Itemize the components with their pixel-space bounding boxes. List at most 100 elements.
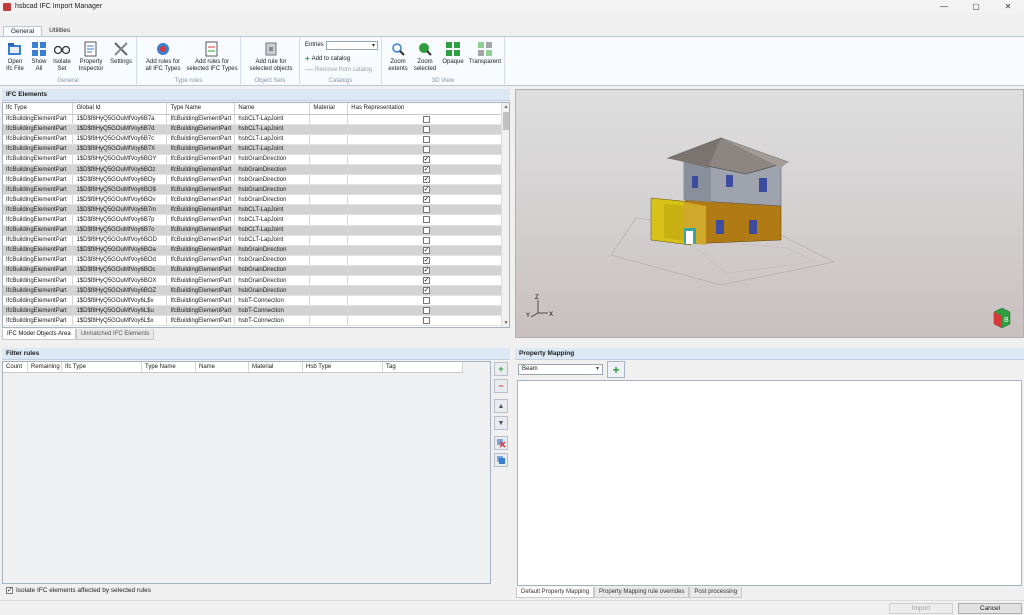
property-inspector-button[interactable]: Property Inspector [76,41,106,72]
remove-rule-button[interactable]: − [494,379,508,393]
add-rule-objects-button[interactable]: Add rule for selected objects [245,41,297,72]
table-row[interactable]: IfcBuildingElementPart 1$D$f8HyQ5GOuMfVoy… [3,194,502,206]
has-representation-checkbox[interactable] [422,256,430,264]
zoom-selected-button[interactable]: Zoom selected [412,41,438,72]
close-button[interactable]: ✕ [992,0,1024,13]
has-representation-checkbox[interactable] [422,266,430,274]
has-representation-checkbox[interactable] [422,246,430,254]
col-global-id[interactable]: Global Id [72,103,168,115]
move-down-button[interactable]: ▼ [494,416,508,430]
col-ifc-type[interactable]: Ifc Type [3,103,74,115]
col-count[interactable]: Count [3,362,28,372]
table-row[interactable]: IfcBuildingElementPart 1$D$f8HyQ5GOuMfVoy… [3,315,502,327]
tab-property-mapping-overrides[interactable]: Property Mapping rule overrides [594,587,690,598]
col-remaining[interactable]: Remaining [28,362,62,372]
table-row[interactable]: IfcBuildingElementPart 1$D$f8HyQ5GOuMfVoy… [3,154,502,165]
settings-button[interactable]: Settings [108,41,134,66]
has-representation-checkbox[interactable] [422,307,430,315]
col-filter-type-name[interactable]: Type Name [142,362,196,372]
table-row[interactable]: IfcBuildingElementPart 1$D$f8HyQ5GOuMfVoy… [3,235,502,246]
col-filter-material[interactable]: Material [249,362,303,372]
col-filter-name[interactable]: Name [196,362,249,372]
tab-post-processing[interactable]: Post processing [689,587,743,598]
table-row[interactable]: IfcBuildingElementPart 1$D$f8HyQ5GOuMfVoy… [3,285,502,297]
table-row[interactable]: IfcBuildingElementPart 1$D$f8HyQ5GOuMfVoy… [3,144,502,155]
opaque-button[interactable]: Opaque [440,41,466,66]
table-row[interactable]: IfcBuildingElementPart 1$D$f8HyQ5GOuMfVoy… [3,265,502,277]
col-type-name[interactable]: Type Name [166,103,236,115]
has-representation-checkbox[interactable] [422,236,430,244]
has-representation-checkbox[interactable] [422,317,430,325]
table-row[interactable]: IfcBuildingElementPart 1$D$f8HyQ5GOuMfVoy… [3,174,502,186]
transparent-button[interactable]: Transparent [468,41,502,66]
has-representation-checkbox[interactable] [422,165,430,173]
zoom-extents-button[interactable]: Zoom extents [386,41,410,72]
entries-dropdown[interactable] [326,41,378,50]
minimize-button[interactable]: — [928,0,960,13]
scroll-up-arrow[interactable]: ▲ [502,103,509,111]
add-rules-selected-button[interactable]: Add rules for selected IFC Types [185,41,239,72]
hsb-type-dropdown[interactable]: Beam [518,364,603,375]
cancel-button[interactable]: Cancel [958,603,1022,614]
table-row[interactable]: IfcBuildingElementPart 1$D$f8HyQ5GOuMfVoy… [3,305,502,317]
col-name[interactable]: Name [234,103,311,115]
has-representation-checkbox[interactable] [422,206,430,214]
isolate-set-button[interactable]: Isolate Set [51,41,73,72]
has-representation-checkbox[interactable] [422,155,430,163]
col-has-representation[interactable]: Has Representation [347,103,502,115]
scroll-down-arrow[interactable]: ▼ [502,319,509,327]
add-to-catalog-button[interactable]: + Add to catalog [305,54,350,63]
table-row[interactable]: IfcBuildingElementPart 1$D$f8HyQ5GOuMfVoy… [3,164,502,176]
tab-general[interactable]: General [3,26,43,36]
tab-default-property-mapping[interactable]: Default Property Mapping [516,587,595,598]
copy-rule-button[interactable] [494,453,508,467]
has-representation-checkbox[interactable] [422,195,430,204]
col-material[interactable]: Material [309,103,349,115]
col-hsb-type[interactable]: Hsb Type [303,362,383,372]
table-cell-global-id: 1$D$f8HyQ5GOuMfVoy6BO$ [72,184,168,196]
table-row[interactable]: IfcBuildingElementPart 1$D$f8HyQ5GOuMfVoy… [3,114,502,125]
add-rules-all-button[interactable]: Add rules for all IFC Types [141,41,185,72]
table-row[interactable]: IfcBuildingElementPart 1$D$f8HyQ5GOuMfVoy… [3,275,502,287]
add-property-mapping-button[interactable]: + [607,361,625,378]
open-ifc-file-button[interactable]: Open Ifc File [4,41,26,72]
add-rule-button[interactable]: + [494,362,508,376]
has-representation-checkbox[interactable] [422,145,430,153]
table-row[interactable]: IfcBuildingElementPart 1$D$f8HyQ5GOuMfVoy… [3,204,502,216]
has-representation-checkbox[interactable] [422,135,430,143]
col-filter-ifc-type[interactable]: Ifc Type [62,362,142,372]
import-button[interactable]: Import [889,603,953,614]
view-cube[interactable]: B [993,307,1011,329]
has-representation-checkbox[interactable] [422,115,430,123]
scroll-thumb[interactable] [503,112,509,130]
tab-unmatched-ifc-elements[interactable]: Unmatched IFC Elements [75,329,155,340]
table-row[interactable]: IfcBuildingElementPart 1$D$f8HyQ5GOuMfVoy… [3,255,502,266]
has-representation-checkbox[interactable] [422,175,430,184]
has-representation-checkbox[interactable] [422,286,430,295]
move-up-button[interactable]: ▲ [494,399,508,413]
table-row[interactable]: IfcBuildingElementPart 1$D$f8HyQ5GOuMfVoy… [3,225,502,236]
table-row[interactable]: IfcBuildingElementPart 1$D$f8HyQ5GOuMfVoy… [3,124,502,135]
table-row[interactable]: IfcBuildingElementPart 1$D$f8HyQ5GOuMfVoy… [3,295,502,307]
maximize-button[interactable]: ▢ [960,0,992,13]
has-representation-checkbox[interactable] [422,276,430,284]
has-representation-checkbox[interactable] [422,216,430,224]
has-representation-checkbox[interactable] [422,226,430,234]
delete-all-rules-button[interactable] [494,436,508,450]
col-tag[interactable]: Tag [383,362,463,372]
has-representation-checkbox[interactable] [422,297,430,305]
ifc-table-scrollbar[interactable]: ▲ ▼ [501,103,509,327]
show-all-button[interactable]: Show All [29,41,49,72]
has-representation-checkbox[interactable] [422,185,430,194]
has-representation-checkbox[interactable] [422,125,430,133]
isolate-checkbox[interactable] [6,586,13,594]
tab-utilities[interactable]: Utilities [42,26,77,36]
table-row[interactable]: IfcBuildingElementPart 1$D$f8HyQ5GOuMfVoy… [3,214,502,226]
3d-viewport[interactable]: Z X Y B [515,89,1024,338]
remove-from-catalog-button[interactable]: — Remove from catalog [305,65,372,74]
table-row[interactable]: IfcBuildingElementPart 1$D$f8HyQ5GOuMfVoy… [3,245,502,256]
table-row[interactable]: IfcBuildingElementPart 1$D$f8HyQ5GOuMfVoy… [3,134,502,145]
tab-ifc-model-objects-area[interactable]: IFC Model Objects Area [2,329,76,340]
group-label-3d-view: 3D View [431,78,455,84]
table-row[interactable]: IfcBuildingElementPart 1$D$f8HyQ5GOuMfVoy… [3,184,502,196]
